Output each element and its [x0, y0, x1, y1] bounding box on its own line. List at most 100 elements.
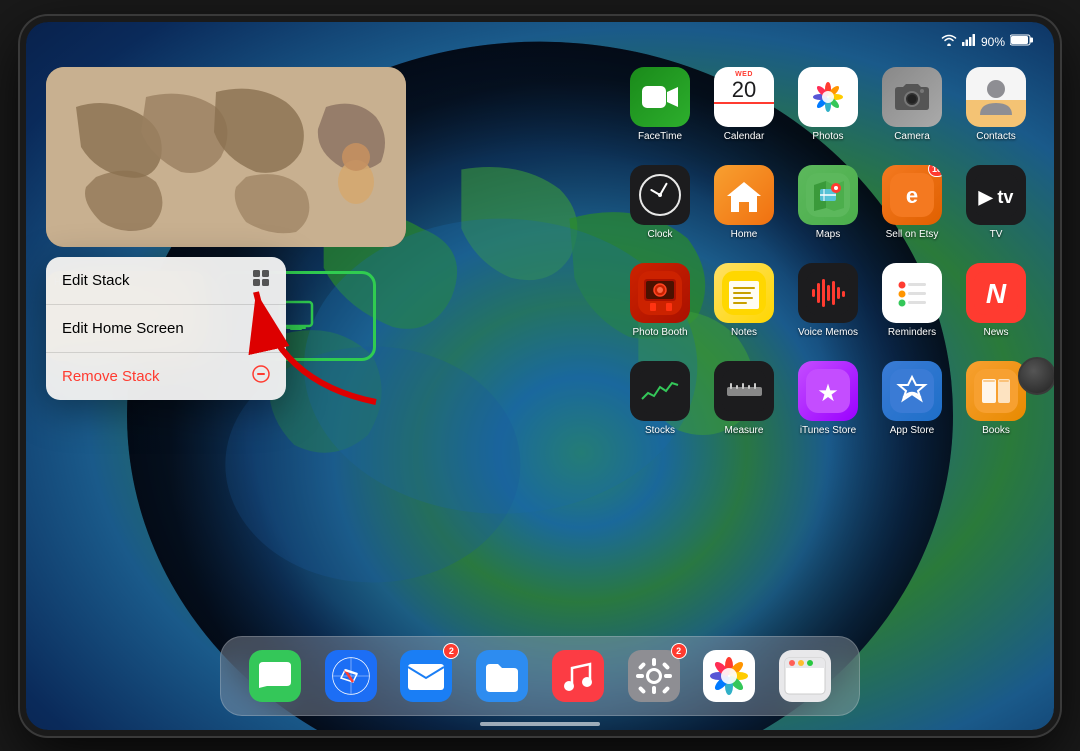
- status-bar: 90%: [46, 30, 1034, 54]
- map-svg: [46, 67, 406, 247]
- itunes-svg: ★: [806, 369, 850, 413]
- dock-safari[interactable]: [322, 647, 380, 705]
- app-itunes[interactable]: ★ iTunes Store: [790, 361, 866, 451]
- battery-icon: [1010, 34, 1034, 49]
- dock-photos[interactable]: [700, 647, 758, 705]
- edit-home-label: Edit Home Screen: [62, 320, 184, 337]
- app-clock[interactable]: Clock: [622, 165, 698, 255]
- svg-text:★: ★: [817, 380, 839, 407]
- settings-dock-icon: 2: [625, 647, 683, 705]
- news-label: News: [983, 327, 1008, 339]
- books-label: Books: [982, 425, 1010, 437]
- stocks-icon-img: [630, 361, 690, 421]
- tv-svg: ▶ tv: [974, 173, 1018, 217]
- app-maps[interactable]: Maps: [790, 165, 866, 255]
- photobooth-icon-img: [630, 263, 690, 323]
- photos-icon-img: [798, 67, 858, 127]
- camera-svg: [893, 82, 931, 112]
- measure-label: Measure: [725, 425, 764, 437]
- messages-dock-icon: [246, 647, 304, 705]
- dock-settings[interactable]: 2: [625, 647, 683, 705]
- app-appstore[interactable]: App Store: [874, 361, 950, 451]
- photos-dock-svg: [703, 650, 755, 702]
- app-calendar[interactable]: WED 20 Calendar: [706, 67, 782, 157]
- stocks-svg: [638, 369, 682, 413]
- safari2-dock-icon: [776, 647, 834, 705]
- dock-safari2[interactable]: [776, 647, 834, 705]
- safari2-svg: [779, 650, 831, 702]
- app-voicememos[interactable]: Voice Memos: [790, 263, 866, 353]
- dock-files[interactable]: [473, 647, 531, 705]
- clock-face: [639, 174, 681, 216]
- camera-icon-img: [882, 67, 942, 127]
- measure-svg: [722, 369, 766, 413]
- app-photobooth[interactable]: Photo Booth: [622, 263, 698, 353]
- reminders-label: Reminders: [888, 327, 936, 339]
- home-icon-img: [714, 165, 774, 225]
- safari-svg: [325, 650, 377, 702]
- widget-stack[interactable]: [46, 67, 406, 247]
- news-svg: N: [974, 271, 1018, 315]
- photobooth-label: Photo Booth: [632, 327, 687, 339]
- dock: 2: [220, 636, 860, 716]
- app-measure[interactable]: Measure: [706, 361, 782, 451]
- facetime-svg: [641, 83, 679, 111]
- appstore-icon-img: [882, 361, 942, 421]
- notes-svg: [722, 271, 766, 315]
- calendar-label: Calendar: [724, 131, 765, 143]
- mail-svg: [400, 650, 452, 702]
- ipad-screen: 90% 9:03 Wednesday, January 20: [26, 22, 1054, 730]
- vm-svg: [806, 271, 850, 315]
- maps-svg: [806, 173, 850, 217]
- app-grid: FaceTime WED 20 Calendar: [622, 67, 1034, 451]
- etsy-label: Sell on Etsy: [886, 229, 939, 241]
- app-facetime[interactable]: FaceTime: [622, 67, 698, 157]
- mail-badge: 2: [443, 643, 459, 659]
- app-tv[interactable]: ▶ tv TV: [958, 165, 1034, 255]
- app-notes[interactable]: Notes: [706, 263, 782, 353]
- dock-mail[interactable]: 2: [397, 647, 455, 705]
- svg-text:N: N: [986, 278, 1007, 309]
- maps-icon-img: [798, 165, 858, 225]
- battery-text: 90%: [981, 35, 1005, 49]
- files-svg: [476, 650, 528, 702]
- appstore-label: App Store: [890, 425, 934, 437]
- world-map-widget: [46, 67, 406, 247]
- contacts-label: Contacts: [976, 131, 1015, 143]
- app-home[interactable]: Home: [706, 165, 782, 255]
- photos-label: Photos: [812, 131, 843, 143]
- home-button[interactable]: [1018, 357, 1056, 395]
- dock-messages[interactable]: [246, 647, 304, 705]
- notes-label: Notes: [731, 327, 757, 339]
- etsy-icon-img: e 18: [882, 165, 942, 225]
- svg-text:▶ tv: ▶ tv: [978, 187, 1014, 207]
- wifi-icon: [941, 34, 957, 49]
- remove-stack-label: Remove Stack: [62, 368, 160, 385]
- notes-icon-img: [714, 263, 774, 323]
- app-etsy[interactable]: e 18 Sell on Etsy: [874, 165, 950, 255]
- etsy-svg: e: [890, 173, 934, 217]
- books-svg: [974, 369, 1018, 413]
- photobooth-svg: [638, 271, 682, 315]
- home-indicator[interactable]: [480, 722, 600, 726]
- mail-dock-icon: 2: [397, 647, 455, 705]
- facetime-label: FaceTime: [638, 131, 682, 143]
- clock-label: Clock: [647, 229, 672, 241]
- status-bar-right: 90%: [941, 34, 1034, 49]
- rem-svg: [890, 271, 934, 315]
- dock-music[interactable]: [549, 647, 607, 705]
- settings-svg: [628, 650, 680, 702]
- app-stocks[interactable]: Stocks: [622, 361, 698, 451]
- app-reminders[interactable]: Reminders: [874, 263, 950, 353]
- etsy-badge: 18: [928, 165, 942, 177]
- voicememos-label: Voice Memos: [798, 327, 858, 339]
- reminders-icon-img: [882, 263, 942, 323]
- files-dock-icon: [473, 647, 531, 705]
- app-photos[interactable]: Photos: [790, 67, 866, 157]
- facetime-icon-img: [630, 67, 690, 127]
- home-label: Home: [731, 229, 758, 241]
- app-camera[interactable]: Camera: [874, 67, 950, 157]
- photos-dock-icon-img: [700, 647, 758, 705]
- app-contacts[interactable]: Contacts: [958, 67, 1034, 157]
- app-news[interactable]: N News: [958, 263, 1034, 353]
